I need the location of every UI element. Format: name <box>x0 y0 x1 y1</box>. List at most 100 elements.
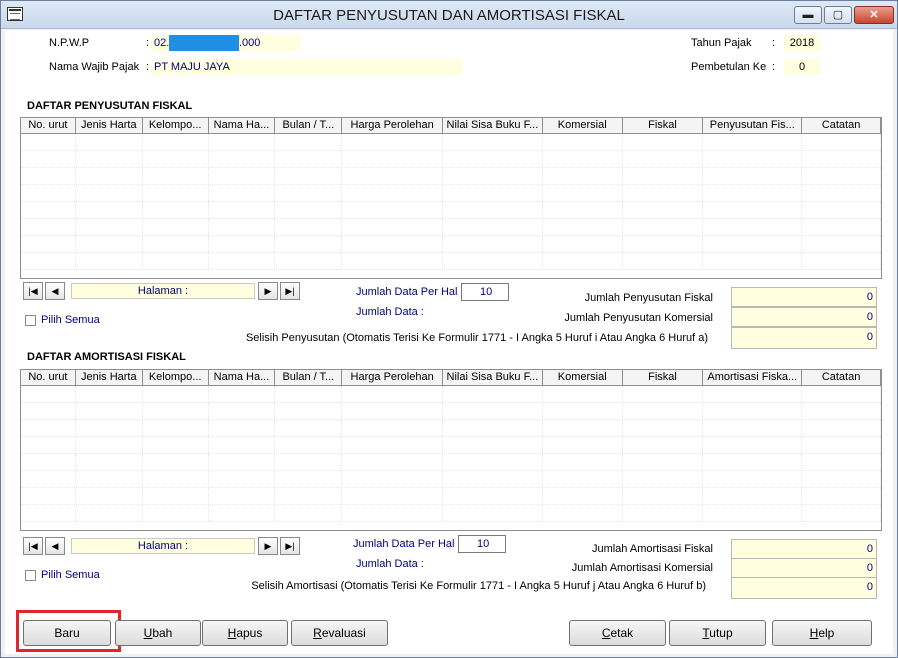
column-header[interactable]: Komersial <box>543 118 623 133</box>
table-cell[interactable] <box>143 471 209 487</box>
tutup-button[interactable]: Tutup <box>669 620 766 646</box>
table-cell[interactable] <box>623 219 704 235</box>
last-page-button[interactable]: ▶| <box>280 537 300 555</box>
table-cell[interactable] <box>623 151 704 167</box>
table-cell[interactable] <box>543 134 623 150</box>
table-cell[interactable] <box>342 134 444 150</box>
table-cell[interactable] <box>21 454 76 470</box>
table-cell[interactable] <box>21 219 76 235</box>
table-cell[interactable] <box>623 236 704 252</box>
table-cell[interactable] <box>76 386 143 402</box>
table-cell[interactable] <box>443 134 543 150</box>
table-cell[interactable] <box>623 420 704 436</box>
table-cell[interactable] <box>209 151 276 167</box>
table-cell[interactable] <box>342 168 444 184</box>
table-cell[interactable] <box>275 253 343 269</box>
table-cell[interactable] <box>209 437 276 453</box>
next-page-button[interactable]: ▶ <box>258 282 278 300</box>
table-cell[interactable] <box>443 219 543 235</box>
table-cell[interactable] <box>342 488 444 504</box>
table-cell[interactable] <box>275 219 343 235</box>
table-cell[interactable] <box>143 151 209 167</box>
table-cell[interactable] <box>76 168 143 184</box>
table-cell[interactable] <box>342 437 444 453</box>
table-cell[interactable] <box>543 403 623 419</box>
table-cell[interactable] <box>543 437 623 453</box>
table-cell[interactable] <box>802 151 881 167</box>
table-cell[interactable] <box>623 454 704 470</box>
prev-page-button[interactable]: ◀ <box>45 282 65 300</box>
table-cell[interactable] <box>443 151 543 167</box>
table-row[interactable] <box>21 236 881 253</box>
table-cell[interactable] <box>543 454 623 470</box>
column-header[interactable]: Harga Perolehan <box>342 118 444 133</box>
table-cell[interactable] <box>209 202 276 218</box>
table-cell[interactable] <box>703 386 803 402</box>
table-row[interactable] <box>21 437 881 454</box>
table-cell[interactable] <box>143 437 209 453</box>
table-cell[interactable] <box>209 236 276 252</box>
table-cell[interactable] <box>623 253 704 269</box>
table-cell[interactable] <box>703 151 803 167</box>
table-cell[interactable] <box>76 403 143 419</box>
table-cell[interactable] <box>342 185 444 201</box>
table-row[interactable] <box>21 386 881 403</box>
table-cell[interactable] <box>342 403 444 419</box>
table-cell[interactable] <box>623 168 704 184</box>
minimize-button[interactable]: ▬ <box>794 6 822 24</box>
column-header[interactable]: Fiskal <box>623 370 704 385</box>
table-cell[interactable] <box>703 134 803 150</box>
table-cell[interactable] <box>802 386 881 402</box>
table-cell[interactable] <box>543 219 623 235</box>
table-cell[interactable] <box>443 488 543 504</box>
help-button[interactable]: Help <box>772 620 872 646</box>
table-cell[interactable] <box>543 488 623 504</box>
table-cell[interactable] <box>623 488 704 504</box>
table-cell[interactable] <box>342 420 444 436</box>
halaman-field[interactable]: Halaman : <box>71 538 255 554</box>
table-row[interactable] <box>21 151 881 168</box>
column-header[interactable]: Bulan / T... <box>275 118 343 133</box>
table-cell[interactable] <box>703 403 803 419</box>
table-cell[interactable] <box>342 505 444 521</box>
table-cell[interactable] <box>443 168 543 184</box>
table-cell[interactable] <box>275 134 343 150</box>
per-hal-input[interactable]: 10 <box>458 535 506 553</box>
table-cell[interactable] <box>703 168 803 184</box>
table-cell[interactable] <box>802 236 881 252</box>
table-cell[interactable] <box>21 253 76 269</box>
table-cell[interactable] <box>623 471 704 487</box>
table-cell[interactable] <box>209 505 276 521</box>
table-cell[interactable] <box>76 420 143 436</box>
table-cell[interactable] <box>143 253 209 269</box>
column-header[interactable]: Jenis Harta <box>76 370 143 385</box>
table-cell[interactable] <box>623 386 704 402</box>
column-header[interactable]: Kelompo... <box>143 118 209 133</box>
table-cell[interactable] <box>703 185 803 201</box>
table-cell[interactable] <box>143 236 209 252</box>
table-cell[interactable] <box>543 253 623 269</box>
amortisasi-grid[interactable]: No. urut Jenis Harta Kelompo... Nama Ha... B… <box>20 369 882 531</box>
table-cell[interactable] <box>143 420 209 436</box>
per-hal-input[interactable]: 10 <box>461 283 509 301</box>
table-cell[interactable] <box>443 471 543 487</box>
column-header[interactable]: No. urut <box>21 370 76 385</box>
table-cell[interactable] <box>21 236 76 252</box>
table-cell[interactable] <box>76 185 143 201</box>
table-cell[interactable] <box>802 219 881 235</box>
table-cell[interactable] <box>209 403 276 419</box>
table-cell[interactable] <box>443 236 543 252</box>
table-cell[interactable] <box>275 386 343 402</box>
table-cell[interactable] <box>21 505 76 521</box>
next-page-button[interactable]: ▶ <box>258 537 278 555</box>
table-cell[interactable] <box>703 219 803 235</box>
first-page-button[interactable]: |◀ <box>23 282 43 300</box>
table-cell[interactable] <box>802 471 881 487</box>
revaluasi-button[interactable]: Revaluasi <box>291 620 388 646</box>
table-cell[interactable] <box>21 403 76 419</box>
column-header[interactable]: Nama Ha... <box>209 370 276 385</box>
column-header[interactable]: Fiskal <box>623 118 704 133</box>
table-cell[interactable] <box>143 505 209 521</box>
table-cell[interactable] <box>543 505 623 521</box>
table-cell[interactable] <box>21 420 76 436</box>
